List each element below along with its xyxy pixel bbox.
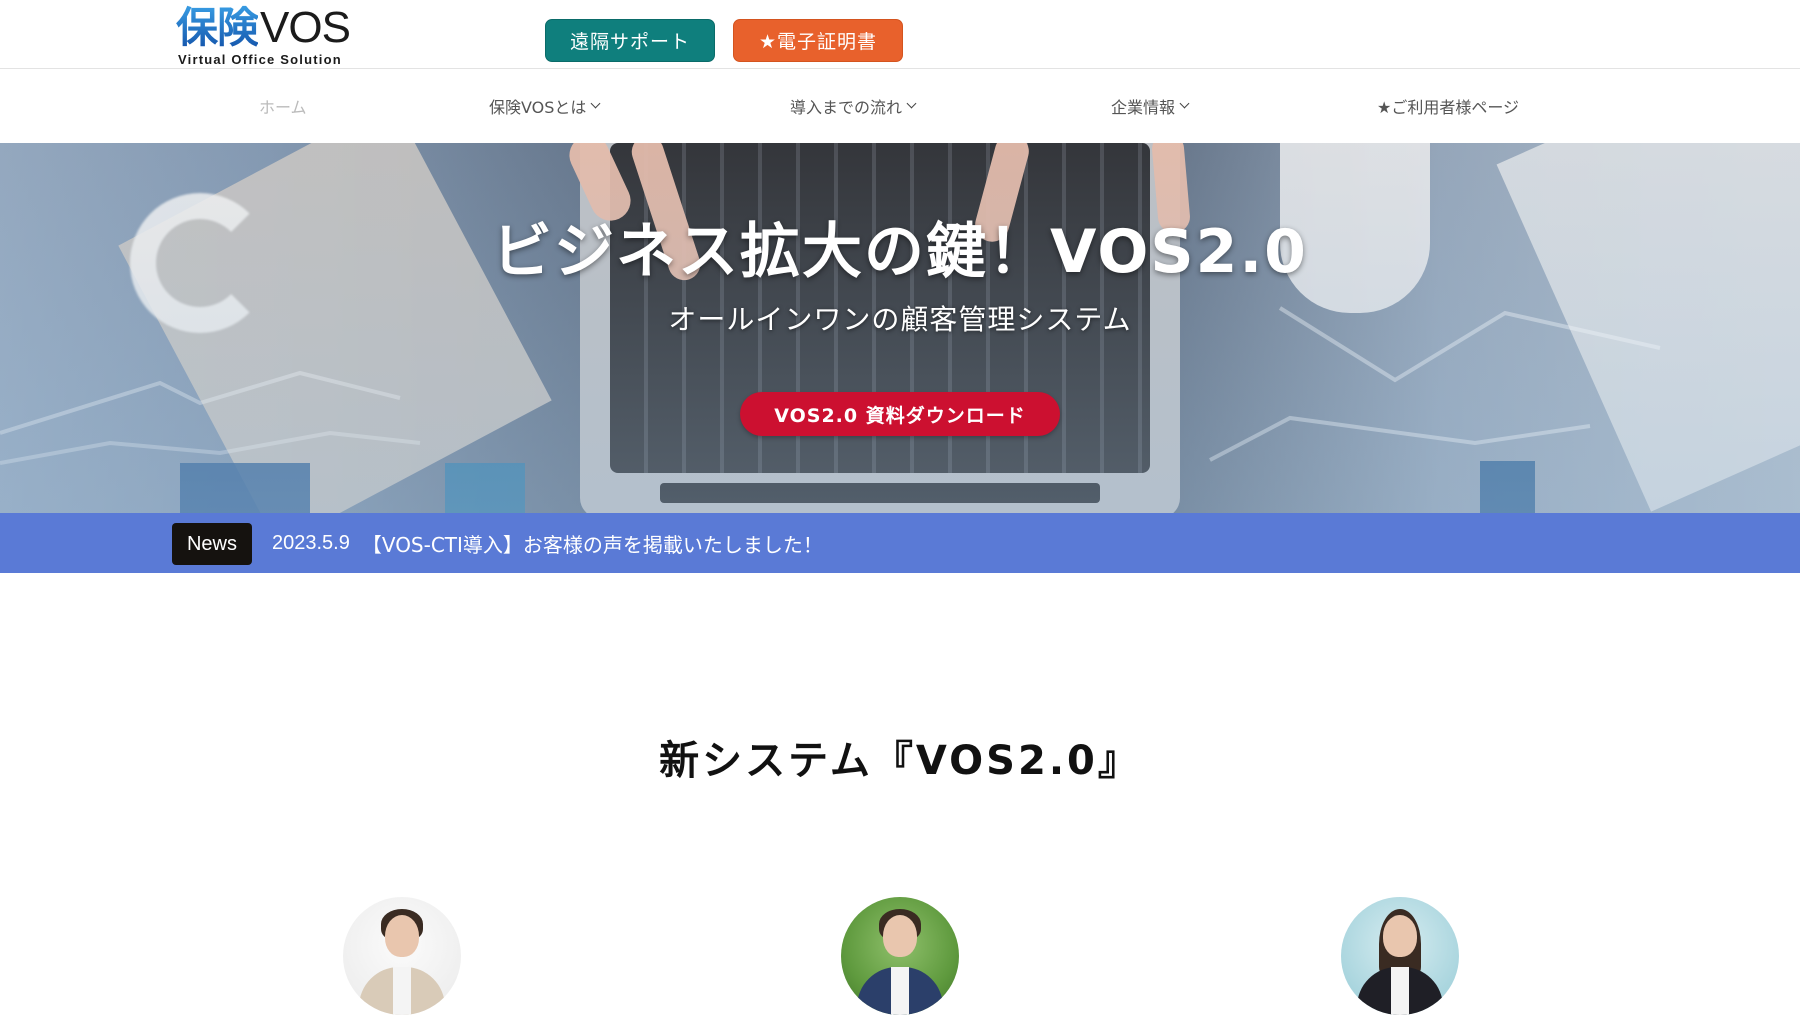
nav-item-label: 保険VOSとは: [489, 98, 587, 117]
logo-wordmark: 保険VOS: [176, 3, 351, 52]
hero-banner: ビジネス拡大の鍵！VOS2.0 オールインワンの顧客管理システム VOS2.0 …: [0, 143, 1800, 513]
avatar-face: [883, 915, 917, 957]
nav-item-label: 企業情報: [1111, 98, 1176, 117]
nav-item-onboarding-flow[interactable]: 導入までの流れ: [790, 69, 917, 143]
download-brochure-button[interactable]: VOS2.0 資料ダウンロード: [740, 392, 1060, 436]
logo-tagline: Virtual Office Solution: [178, 52, 342, 67]
nav-item-label: 導入までの流れ: [790, 98, 903, 117]
avatar-face: [1383, 915, 1417, 957]
main-nav: ホーム 保険VOSとは 導入までの流れ 企業情報 ★ご利用者様ページ: [0, 69, 1800, 143]
hero-subtitle: オールインワンの顧客管理システム: [668, 303, 1132, 336]
site-header: 保険VOS Virtual Office Solution 遠隔サポート ★電子…: [0, 0, 1800, 69]
avatar-face: [385, 915, 419, 957]
nav-item-home[interactable]: ホーム: [259, 69, 307, 143]
avatar-woman-with-headset: [1341, 897, 1459, 1015]
remote-support-button[interactable]: 遠隔サポート: [545, 19, 715, 62]
nav-item-about-vos[interactable]: 保険VOSとは: [489, 69, 601, 143]
nav-item-user-page[interactable]: ★ご利用者様ページ: [1377, 69, 1519, 143]
avatar-shirt: [891, 967, 909, 1015]
nav-item-company-info[interactable]: 企業情報: [1111, 69, 1190, 143]
section-title: 新システム『VOS2.0』: [659, 738, 1141, 784]
news-link[interactable]: 2023.5.9 【VOS-CTI導入】お客様の声を掲載いたしました！: [272, 513, 823, 573]
nav-item-label: ホーム: [259, 98, 307, 117]
logo-jp-text: 保険: [176, 3, 259, 52]
avatar-shirt: [1391, 967, 1409, 1015]
chevron-down-icon: [1179, 98, 1190, 109]
news-badge: News: [172, 523, 252, 565]
news-headline: 【VOS-CTI導入】お客様の声を掲載いたしました！: [361, 532, 823, 557]
nav-item-label: ★ご利用者様ページ: [1377, 98, 1520, 117]
logo[interactable]: 保険VOS Virtual Office Solution: [176, 3, 351, 68]
hero-title: ビジネス拡大の鍵！VOS2.0: [492, 217, 1308, 287]
chevron-down-icon: [590, 98, 601, 109]
news-bar: News 2023.5.9 【VOS-CTI導入】お客様の声を掲載いたしました！: [0, 513, 1800, 573]
avatar-man-with-smartphone: [841, 897, 959, 1015]
e-certificate-button[interactable]: ★電子証明書: [733, 19, 903, 62]
avatar-shirt: [393, 967, 411, 1015]
news-date: 2023.5.9: [272, 531, 350, 554]
avatar-woman-ok-gesture: [343, 897, 461, 1015]
logo-en-text: VOS: [260, 3, 351, 52]
chevron-down-icon: [906, 98, 917, 109]
